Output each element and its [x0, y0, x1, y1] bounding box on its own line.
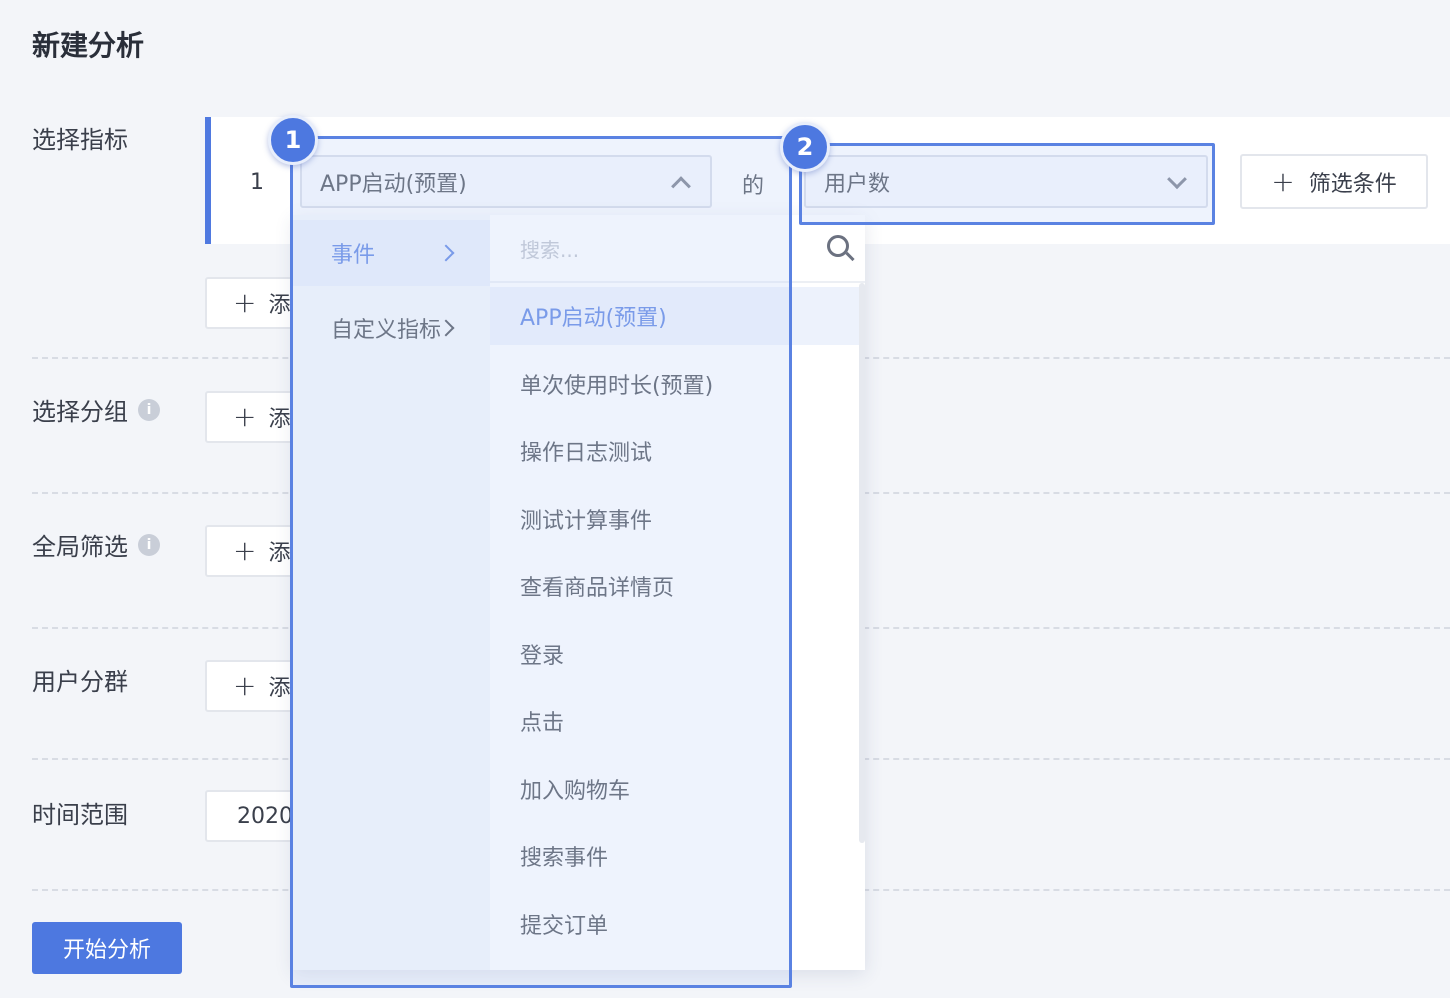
chevron-right-icon: [437, 244, 455, 262]
plus-icon: +: [233, 669, 257, 702]
connector-label: 的: [742, 174, 765, 199]
measure-select-value: 用户数: [824, 171, 891, 197]
row-label-group-text: 选择分组: [32, 398, 128, 426]
dropdown-item-label: 点击: [520, 711, 565, 736]
step-badge-1: 1: [268, 115, 318, 165]
row-label-global-filter-text: 全局筛选: [32, 533, 128, 561]
row-label-metric: 选择指标: [32, 120, 128, 155]
row-label-user-segment: 用户分群: [32, 662, 128, 697]
dropdown-item-label: 搜索事件: [520, 846, 609, 871]
dropdown-item[interactable]: 登录: [490, 625, 865, 683]
dropdown-item[interactable]: 提交订单: [490, 895, 865, 953]
row-label-time-range: 时间范围: [32, 795, 128, 830]
event-select-value: APP启动(预置): [320, 171, 467, 197]
dropdown-item[interactable]: 单次使用时长(预置): [490, 355, 865, 413]
dropdown-item-label: 查看商品详情页: [520, 576, 675, 601]
category-custom-metrics[interactable]: 自定义指标: [293, 295, 490, 361]
dropdown-item-label: 加入购物车: [520, 779, 631, 804]
search-icon-handle: [845, 251, 855, 262]
dropdown-item[interactable]: 搜索事件: [490, 827, 865, 885]
add-filter-button[interactable]: + 筛选条件: [1240, 154, 1428, 209]
start-analysis-button[interactable]: 开始分析: [32, 922, 182, 974]
category-custom-metrics-label: 自定义指标: [331, 318, 442, 343]
category-events[interactable]: 事件: [293, 220, 490, 286]
plus-icon: +: [233, 286, 257, 319]
plus-icon: +: [1271, 164, 1295, 198]
search-icon[interactable]: [827, 235, 855, 262]
search-placeholder: 搜索...: [520, 237, 580, 262]
plus-icon: +: [233, 400, 257, 433]
dropdown-search[interactable]: 搜索...: [490, 215, 865, 283]
dropdown-item[interactable]: 加入购物车: [490, 760, 865, 818]
dropdown-item[interactable]: APP启动(预置): [490, 287, 865, 345]
dropdown-item-label: APP启动(预置): [520, 306, 667, 331]
date-range-value: 2020-: [237, 803, 301, 829]
dropdown-item-label: 单次使用时长(预置): [520, 374, 714, 399]
event-select[interactable]: APP启动(预置): [300, 155, 712, 208]
dropdown-scrollbar[interactable]: [859, 283, 865, 843]
row-label-time-range-text: 时间范围: [32, 801, 128, 829]
start-analysis-label: 开始分析: [62, 938, 151, 963]
dropdown-item[interactable]: 操作日志测试: [490, 422, 865, 480]
add-filter-label: 筛选条件: [1308, 171, 1397, 197]
measure-select[interactable]: 用户数: [804, 155, 1208, 208]
dropdown-item-label: 登录: [520, 644, 565, 669]
chevron-down-icon: [1167, 168, 1187, 189]
row-label-metric-text: 选择指标: [32, 126, 128, 154]
dropdown-item-label: 提交订单: [520, 914, 609, 939]
dropdown-item[interactable]: 测试计算事件: [490, 490, 865, 548]
row-label-user-segment-text: 用户分群: [32, 668, 128, 696]
chevron-up-icon: [671, 175, 691, 196]
dropdown-item-label: 操作日志测试: [520, 441, 653, 466]
metric-index: 1: [250, 170, 264, 195]
dropdown-item[interactable]: 查看商品详情页: [490, 557, 865, 615]
row-label-group: 选择分组 i: [32, 392, 160, 427]
info-icon[interactable]: i: [138, 398, 160, 421]
dropdown-item-label: 测试计算事件: [520, 509, 653, 534]
info-icon[interactable]: i: [138, 533, 160, 556]
category-events-label: 事件: [331, 243, 376, 268]
page-title: 新建分析: [32, 29, 145, 62]
step-badge-2: 2: [780, 122, 830, 172]
plus-icon: +: [233, 534, 257, 567]
row-label-global-filter: 全局筛选 i: [32, 527, 160, 562]
dropdown-item[interactable]: 点击: [490, 692, 865, 750]
event-dropdown: 事件 自定义指标 搜索... APP启动(预置) 单次使用时长(预置) 操作日志…: [293, 215, 865, 970]
